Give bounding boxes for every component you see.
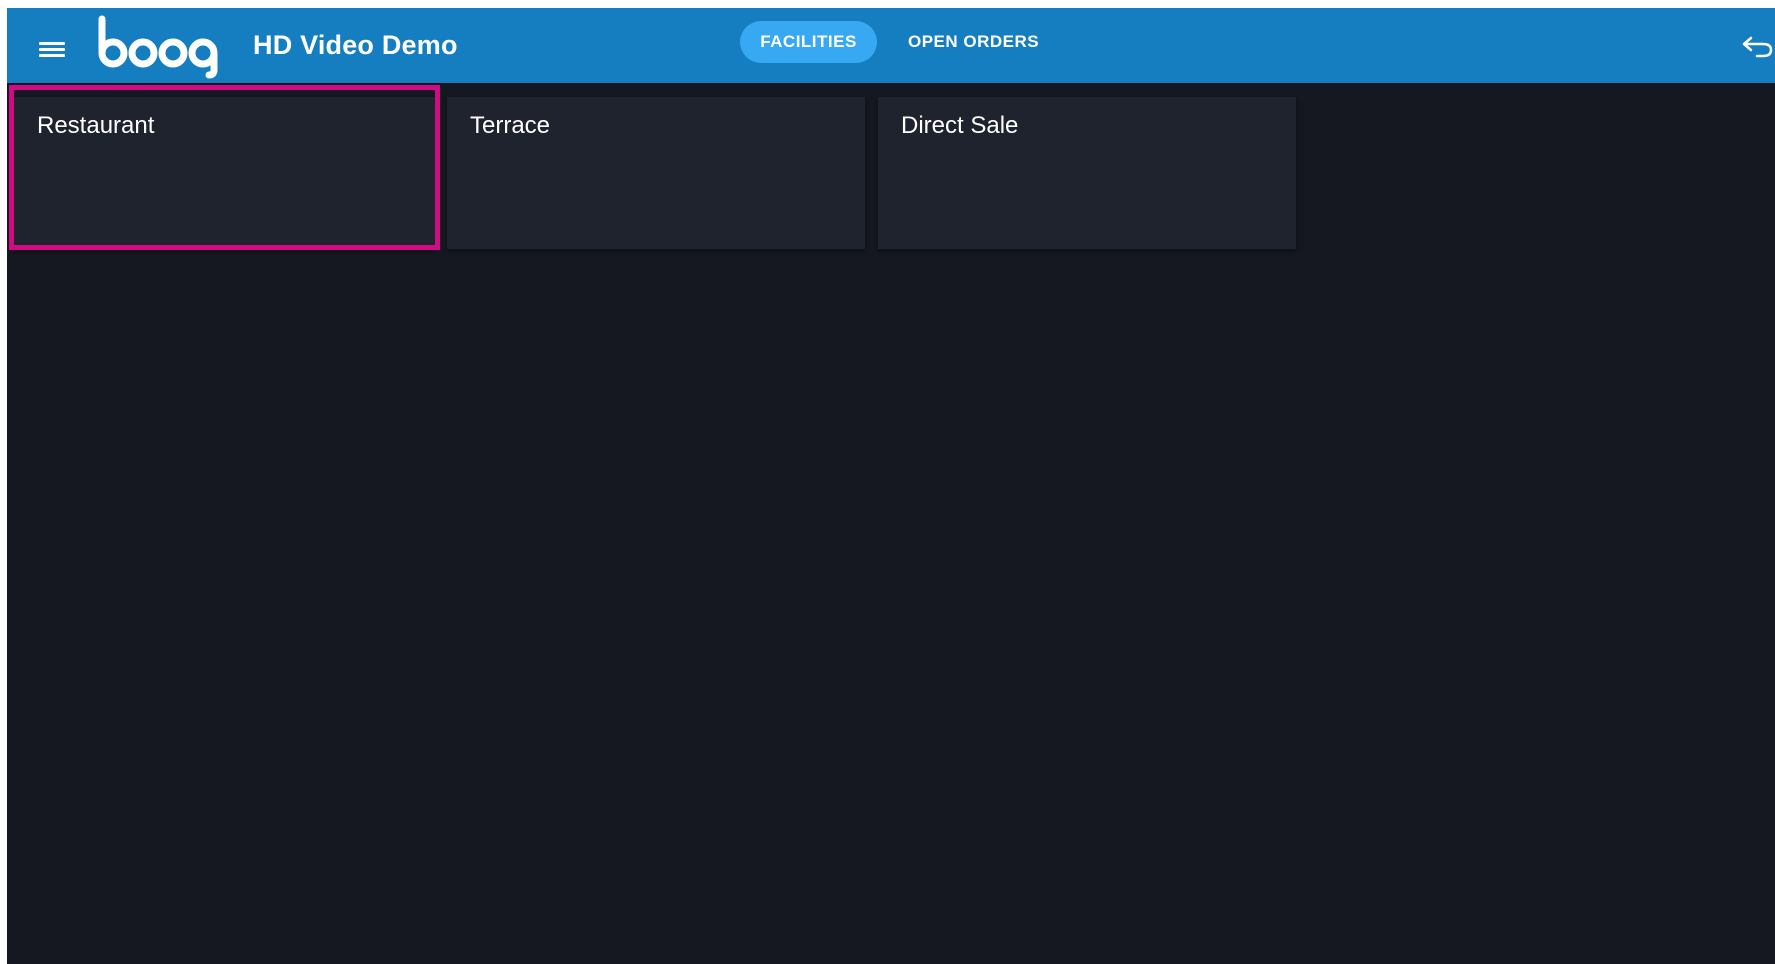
facility-card-restaurant[interactable]: Restaurant <box>14 97 437 249</box>
tab-facilities[interactable]: FACILITIES <box>740 21 877 63</box>
top-app-bar: HD Video Demo FACILITIES OPEN ORDERS <box>7 8 1775 83</box>
facility-label: Restaurant <box>37 112 155 139</box>
menu-icon[interactable] <box>29 30 69 64</box>
tab-open-orders[interactable]: OPEN ORDERS <box>898 21 1049 63</box>
facility-card-terrace[interactable]: Terrace <box>447 97 865 249</box>
facility-label: Terrace <box>470 112 551 139</box>
booq-logo <box>98 15 218 79</box>
facility-card-direct-sale[interactable]: Direct Sale <box>878 97 1296 249</box>
facility-label: Direct Sale <box>901 112 1019 139</box>
app-title: HD Video Demo <box>253 30 458 60</box>
return-arrow-icon[interactable] <box>1739 30 1775 62</box>
app-window: HD Video Demo FACILITIES OPEN ORDERS Res… <box>7 8 1775 964</box>
